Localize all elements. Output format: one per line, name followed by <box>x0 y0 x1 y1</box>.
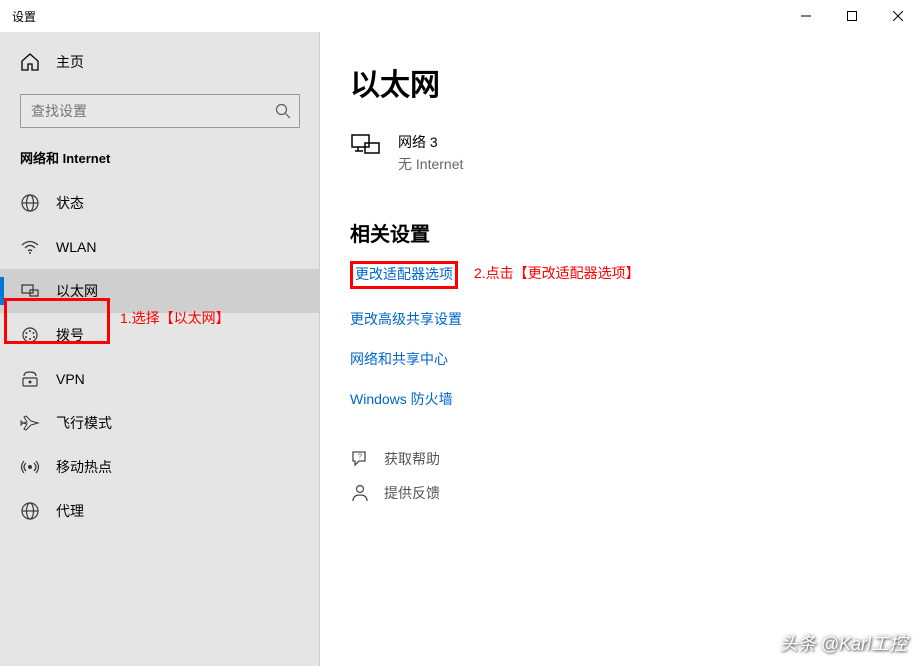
nav-item-status[interactable]: 状态 <box>0 181 320 225</box>
nav-item-dialup[interactable]: 拨号 <box>0 313 320 357</box>
minimize-button[interactable] <box>783 0 829 32</box>
window-title: 设置 <box>12 8 36 25</box>
network-item[interactable]: 网络 3 无 Internet <box>350 132 891 174</box>
link-network-center[interactable]: 网络和共享中心 <box>350 349 891 369</box>
hotspot-icon <box>20 457 40 477</box>
nav-label: 拨号 <box>56 325 84 345</box>
feedback-icon <box>350 483 370 503</box>
airplane-icon <box>20 413 40 433</box>
network-status: 无 Internet <box>398 154 463 174</box>
window-controls <box>783 0 921 32</box>
nav-label: 代理 <box>56 501 84 521</box>
home-label: 主页 <box>56 52 84 72</box>
nav-item-proxy[interactable]: 代理 <box>0 489 320 533</box>
proxy-icon <box>20 501 40 521</box>
nav-item-ethernet[interactable]: 以太网 <box>0 269 320 313</box>
vpn-icon <box>20 369 40 389</box>
main-content: 以太网 网络 3 无 Internet 相关设置 更改适配器选项 2.点击【更改… <box>320 32 921 666</box>
dialup-icon <box>20 325 40 345</box>
nav-label: 以太网 <box>56 281 98 301</box>
feedback-link[interactable]: 提供反馈 <box>350 483 891 503</box>
close-icon <box>893 11 903 21</box>
nav-label: 状态 <box>56 193 84 213</box>
home-icon <box>20 52 40 72</box>
network-name: 网络 3 <box>398 132 463 152</box>
nav-label: 移动热点 <box>56 457 112 477</box>
category-title: 网络和 Internet <box>0 148 320 181</box>
link-adapter-options[interactable]: 更改适配器选项 <box>350 261 891 289</box>
svg-text:?: ? <box>358 454 362 461</box>
nav-item-airplane[interactable]: 飞行模式 <box>0 401 320 445</box>
nav-item-wlan[interactable]: WLAN <box>0 225 320 269</box>
sidebar: 主页 网络和 Internet 状态 WLAN 以太网 拨号 <box>0 32 320 666</box>
help-label: 获取帮助 <box>384 449 440 469</box>
link-firewall[interactable]: Windows 防火墙 <box>350 389 891 409</box>
close-button[interactable] <box>875 0 921 32</box>
titlebar: 设置 <box>0 0 921 32</box>
search-input[interactable] <box>31 103 275 119</box>
search-box[interactable] <box>20 94 300 128</box>
nav-list: 状态 WLAN 以太网 拨号 VPN 飞行模式 <box>0 181 320 533</box>
nav-label: VPN <box>56 371 85 387</box>
help-icon: ? <box>350 449 370 469</box>
nav-item-vpn[interactable]: VPN <box>0 357 320 401</box>
globe-icon <box>20 193 40 213</box>
page-title: 以太网 <box>350 60 891 104</box>
link-sharing-settings[interactable]: 更改高级共享设置 <box>350 309 891 329</box>
ethernet-network-icon <box>350 132 382 160</box>
nav-label: 飞行模式 <box>56 413 112 433</box>
wifi-icon <box>20 237 40 257</box>
ethernet-icon <box>20 281 40 301</box>
nav-item-hotspot[interactable]: 移动热点 <box>0 445 320 489</box>
network-info: 网络 3 无 Internet <box>398 132 463 174</box>
maximize-button[interactable] <box>829 0 875 32</box>
annotation-box-2: 更改适配器选项 <box>350 261 458 289</box>
feedback-label: 提供反馈 <box>384 483 440 503</box>
related-settings-title: 相关设置 <box>350 218 891 247</box>
minimize-icon <box>801 11 811 21</box>
maximize-icon <box>847 11 857 21</box>
home-button[interactable]: 主页 <box>0 44 320 80</box>
search-icon <box>275 103 291 119</box>
get-help-link[interactable]: ? 获取帮助 <box>350 449 891 469</box>
nav-label: WLAN <box>56 239 96 255</box>
